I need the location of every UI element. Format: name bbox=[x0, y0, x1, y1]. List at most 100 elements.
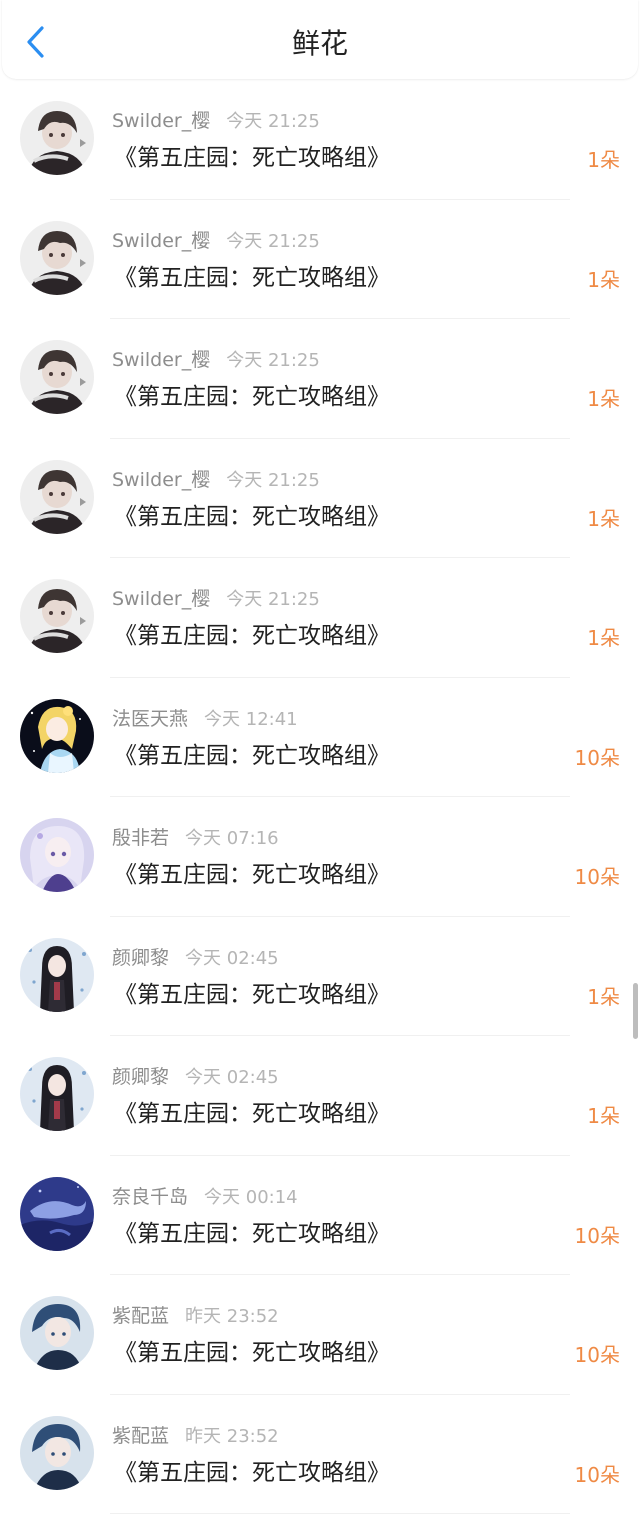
meta-line: Swilder_樱 今天 21:25 bbox=[112, 108, 320, 135]
avatar[interactable] bbox=[20, 340, 94, 414]
list-item[interactable]: 奈良千岛 今天 00:14 《第五庄园：死亡攻略组》 10朵 bbox=[0, 1156, 640, 1275]
avatar[interactable] bbox=[20, 1296, 94, 1370]
avatar[interactable] bbox=[20, 459, 94, 534]
book-title[interactable]: 《第五庄园：死亡攻略组》 bbox=[114, 859, 390, 891]
flower-count: 10朵 bbox=[574, 1343, 620, 1367]
avatar-image bbox=[20, 101, 94, 175]
book-title[interactable]: 《第五庄园：死亡攻略组》 bbox=[114, 381, 390, 413]
flower-count: 10朵 bbox=[574, 1462, 620, 1487]
flowers-page: 鲜花 Swilder_樱 今天 21:25 《第五庄园：死亡攻略组》 1朵 Sw… bbox=[0, 0, 640, 1515]
meta-line: Swilder_樱 今天 21:25 bbox=[112, 347, 320, 374]
timestamp: 今天 12:41 bbox=[204, 708, 298, 730]
meta-line: 紫配蓝 昨天 23:52 bbox=[112, 1423, 279, 1450]
user-name[interactable]: 紫配蓝 bbox=[112, 1305, 169, 1327]
meta-line: Swilder_樱 今天 21:25 bbox=[112, 228, 320, 255]
list-item[interactable]: Swilder_樱 今天 21:25 《第五庄园：死亡攻略组》 1朵 bbox=[0, 558, 640, 678]
avatar-image bbox=[20, 818, 94, 892]
avatar[interactable] bbox=[20, 818, 94, 892]
avatar[interactable] bbox=[20, 1057, 94, 1131]
avatar-image bbox=[20, 220, 94, 295]
avatar-image bbox=[20, 340, 94, 414]
user-name[interactable]: Swilder_樱 bbox=[112, 349, 210, 371]
flower-count: 1朵 bbox=[587, 1104, 620, 1128]
flower-count: 10朵 bbox=[574, 865, 620, 889]
divider bbox=[110, 1513, 570, 1514]
scrollbar[interactable] bbox=[633, 983, 638, 1039]
list-item[interactable]: Swilder_樱 今天 21:25 《第五庄园：死亡攻略组》 1朵 bbox=[0, 80, 640, 200]
avatar-image bbox=[20, 1176, 94, 1251]
list-item[interactable]: 颜卿黎 今天 02:45 《第五庄园：死亡攻略组》 1朵 bbox=[0, 1036, 640, 1156]
meta-line: Swilder_樱 今天 21:25 bbox=[112, 586, 320, 613]
list-item[interactable]: 紫配蓝 昨天 23:52 《第五庄园：死亡攻略组》 10朵 bbox=[0, 1275, 640, 1395]
book-title[interactable]: 《第五庄园：死亡攻略组》 bbox=[114, 1457, 390, 1489]
user-name[interactable]: 法医天燕 bbox=[112, 708, 188, 730]
avatar[interactable] bbox=[20, 1176, 94, 1251]
list-item[interactable]: 颜卿黎 今天 02:45 《第五庄园：死亡攻略组》 1朵 bbox=[0, 917, 640, 1036]
avatar-image bbox=[20, 1057, 94, 1131]
list-item[interactable]: 殷非若 今天 07:16 《第五庄园：死亡攻略组》 10朵 bbox=[0, 797, 640, 917]
list-item[interactable]: Swilder_樱 今天 21:25 《第五庄园：死亡攻略组》 1朵 bbox=[0, 319, 640, 439]
flower-count: 10朵 bbox=[574, 1223, 620, 1248]
book-title[interactable]: 《第五庄园：死亡攻略组》 bbox=[114, 740, 390, 772]
flower-count: 1朵 bbox=[587, 984, 620, 1009]
avatar-image bbox=[20, 698, 94, 773]
flower-count: 1朵 bbox=[587, 148, 620, 172]
book-title[interactable]: 《第五庄园：死亡攻略组》 bbox=[114, 1337, 390, 1369]
avatar[interactable] bbox=[20, 937, 94, 1012]
avatar-image bbox=[20, 1415, 94, 1490]
avatar[interactable] bbox=[20, 579, 94, 653]
avatar[interactable] bbox=[20, 698, 94, 773]
book-title[interactable]: 《第五庄园：死亡攻略组》 bbox=[114, 620, 390, 652]
avatar-image bbox=[20, 937, 94, 1012]
list-item[interactable]: 紫配蓝 昨天 23:52 《第五庄园：死亡攻略组》 10朵 bbox=[0, 1395, 640, 1514]
user-name[interactable]: Swilder_樱 bbox=[112, 588, 210, 610]
user-name[interactable]: Swilder_樱 bbox=[112, 110, 210, 132]
meta-line: 法医天燕 今天 12:41 bbox=[112, 706, 298, 733]
avatar-image bbox=[20, 459, 94, 534]
avatar[interactable] bbox=[20, 101, 94, 175]
flower-count: 1朵 bbox=[587, 387, 620, 411]
list-item[interactable]: 法医天燕 今天 12:41 《第五庄园：死亡攻略组》 10朵 bbox=[0, 678, 640, 797]
meta-line: 颜卿黎 今天 02:45 bbox=[112, 1064, 279, 1091]
timestamp: 今天 21:25 bbox=[226, 230, 320, 252]
meta-line: 紫配蓝 昨天 23:52 bbox=[112, 1303, 279, 1330]
meta-line: 奈良千岛 今天 00:14 bbox=[112, 1184, 298, 1211]
timestamp: 今天 21:25 bbox=[226, 589, 320, 610]
meta-line: 颜卿黎 今天 02:45 bbox=[112, 945, 279, 972]
user-name[interactable]: 颜卿黎 bbox=[112, 1066, 169, 1088]
timestamp: 昨天 23:52 bbox=[185, 1306, 279, 1327]
meta-line: 殷非若 今天 07:16 bbox=[112, 825, 279, 852]
top-bar: 鲜花 bbox=[2, 0, 638, 79]
timestamp: 今天 21:25 bbox=[226, 111, 320, 132]
book-title[interactable]: 《第五庄园：死亡攻略组》 bbox=[114, 1098, 390, 1130]
timestamp: 今天 02:45 bbox=[185, 947, 279, 969]
user-name[interactable]: Swilder_樱 bbox=[112, 469, 210, 491]
flower-count: 1朵 bbox=[587, 267, 620, 292]
user-name[interactable]: Swilder_樱 bbox=[112, 230, 210, 252]
book-title[interactable]: 《第五庄园：死亡攻略组》 bbox=[114, 262, 390, 294]
user-name[interactable]: 紫配蓝 bbox=[112, 1425, 169, 1447]
avatar-image bbox=[20, 579, 94, 653]
book-title[interactable]: 《第五庄园：死亡攻略组》 bbox=[114, 979, 390, 1011]
flower-list[interactable]: Swilder_樱 今天 21:25 《第五庄园：死亡攻略组》 1朵 Swilde… bbox=[0, 80, 640, 1514]
user-name[interactable]: 颜卿黎 bbox=[112, 947, 169, 969]
timestamp: 今天 21:25 bbox=[226, 469, 320, 491]
list-item[interactable]: Swilder_樱 今天 21:25 《第五庄园：死亡攻略组》 1朵 bbox=[0, 200, 640, 319]
list-item[interactable]: Swilder_樱 今天 21:25 《第五庄园：死亡攻略组》 1朵 bbox=[0, 439, 640, 558]
avatar[interactable] bbox=[20, 1415, 94, 1490]
flower-count: 10朵 bbox=[574, 745, 620, 770]
page-title: 鲜花 bbox=[291, 27, 348, 60]
user-name[interactable]: 奈良千岛 bbox=[112, 1186, 188, 1208]
book-title[interactable]: 《第五庄园：死亡攻略组》 bbox=[114, 142, 390, 174]
timestamp: 今天 07:16 bbox=[185, 828, 279, 849]
timestamp: 今天 00:14 bbox=[204, 1186, 298, 1208]
timestamp: 今天 21:25 bbox=[226, 350, 320, 371]
flower-count: 1朵 bbox=[587, 506, 620, 531]
book-title[interactable]: 《第五庄园：死亡攻略组》 bbox=[114, 501, 390, 533]
avatar[interactable] bbox=[20, 220, 94, 295]
user-name[interactable]: 殷非若 bbox=[112, 827, 169, 849]
book-title[interactable]: 《第五庄园：死亡攻略组》 bbox=[114, 1218, 390, 1250]
timestamp: 今天 02:45 bbox=[185, 1067, 279, 1088]
timestamp: 昨天 23:52 bbox=[185, 1425, 279, 1447]
flower-count: 1朵 bbox=[587, 626, 620, 650]
